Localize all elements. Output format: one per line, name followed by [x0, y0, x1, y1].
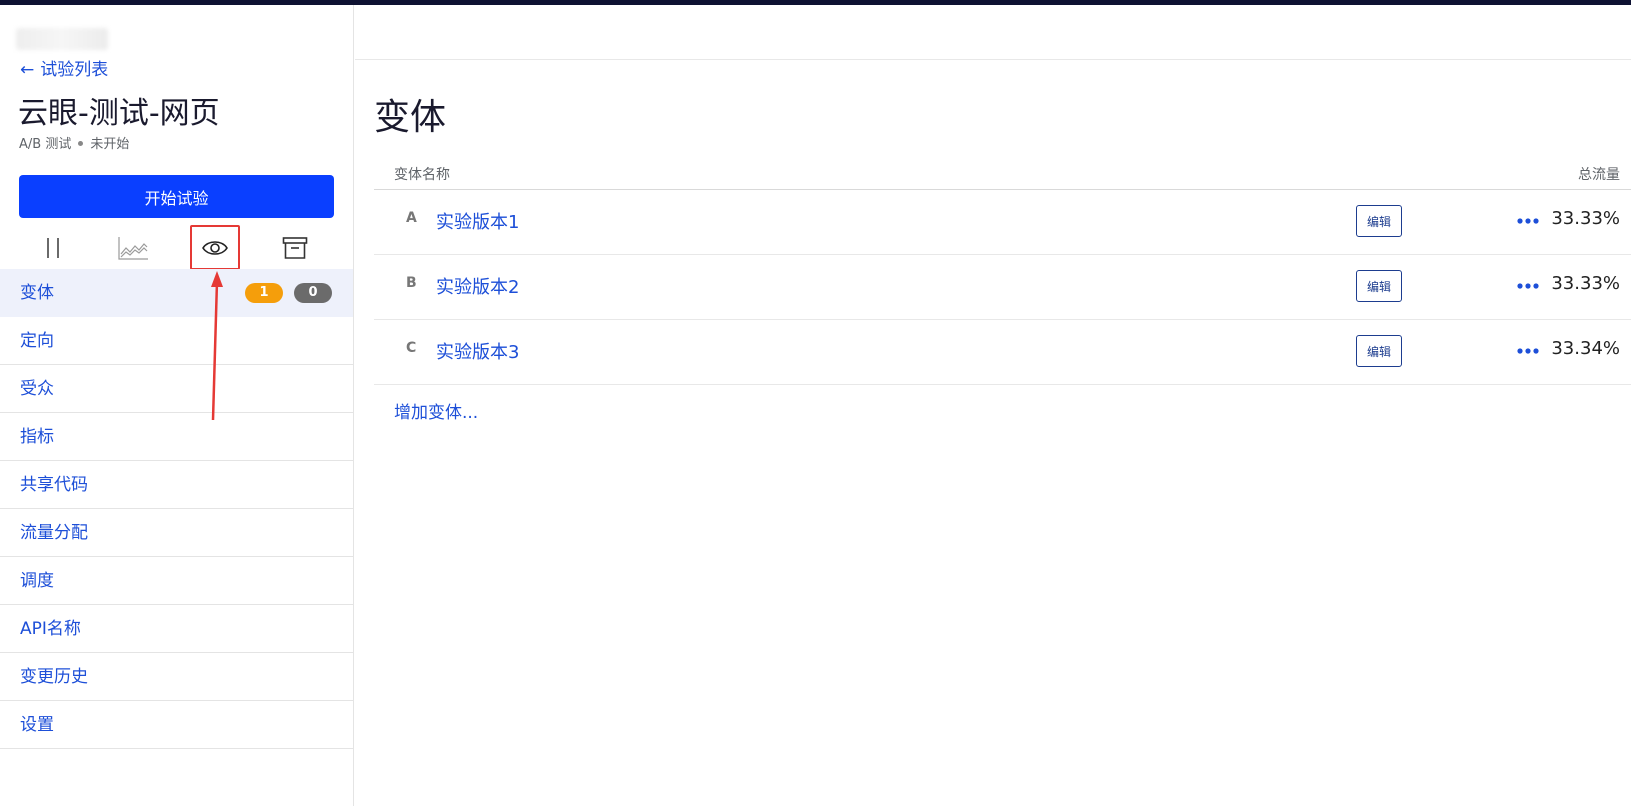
sidebar-item-label: 共享代码 [20, 475, 88, 495]
experiment-meta: A/B 测试 未开始 [19, 133, 129, 152]
pause-icon [47, 237, 59, 258]
sidebar-item-shared-code[interactable]: 共享代码 [0, 461, 353, 509]
back-to-list-link[interactable]: ← 试验列表 [20, 55, 108, 80]
sidebar-item-schedule[interactable]: 调度 [0, 557, 353, 605]
more-options-button[interactable] [1514, 207, 1542, 235]
sidebar-item-label: 设置 [20, 715, 54, 735]
column-header-traffic: 总流量 [1578, 167, 1620, 183]
archive-button[interactable] [270, 225, 320, 270]
sidebar-item-targeting[interactable]: 定向 [0, 317, 353, 365]
sidebar-item-label: 指标 [20, 427, 54, 447]
variant-letter: C [406, 340, 417, 356]
edit-button[interactable]: 编辑 [1356, 270, 1402, 302]
sidebar-item-label: 流量分配 [20, 523, 88, 543]
variant-name-link[interactable]: 实验版本2 [436, 273, 519, 299]
sidebar-item-audiences[interactable]: 受众 [0, 365, 353, 413]
sidebar: ← 试验列表 云眼-测试-网页 A/B 测试 未开始 开始试验 变体 1 0 定… [0, 5, 354, 806]
sidebar-item-traffic-allocation[interactable]: 流量分配 [0, 509, 353, 557]
page-title: 变体 [374, 97, 447, 138]
table-row: B 实验版本2 33.33% 编辑 [374, 255, 1631, 320]
sidebar-item-label: 调度 [20, 571, 54, 591]
main-header-bar [355, 5, 1631, 60]
table-row: C 实验版本3 33.34% 编辑 [374, 320, 1631, 385]
sidebar-item-metrics[interactable]: 指标 [0, 413, 353, 461]
table-row: A 实验版本1 33.33% 编辑 [374, 190, 1631, 255]
start-experiment-button[interactable]: 开始试验 [19, 175, 334, 218]
back-arrow-icon: ← [20, 60, 35, 80]
more-dots-icon [1517, 348, 1539, 354]
variant-name-link[interactable]: 实验版本3 [436, 338, 519, 364]
count-badge: 0 [294, 283, 332, 303]
variant-traffic: 33.33% [1551, 273, 1620, 294]
sidebar-item-change-history[interactable]: 变更历史 [0, 653, 353, 701]
variant-name-link[interactable]: 实验版本1 [436, 208, 519, 234]
variant-traffic: 33.33% [1551, 208, 1620, 229]
edit-button[interactable]: 编辑 [1356, 335, 1402, 367]
status-dot-icon [78, 141, 84, 146]
blurred-logo [16, 28, 108, 50]
sidebar-item-label: 变体 [20, 283, 54, 303]
sidebar-item-variants[interactable]: 变体 1 0 [0, 269, 353, 317]
results-chart-button[interactable] [108, 225, 158, 270]
variants-table: 变体名称 总流量 A 实验版本1 33.33% 编辑 B 实验版本2 33.33… [374, 160, 1631, 385]
more-options-button[interactable] [1514, 337, 1542, 365]
chart-icon [118, 236, 148, 260]
experiment-type: A/B 测试 [19, 137, 72, 152]
column-header-name: 变体名称 [394, 167, 450, 183]
sidebar-item-label: 变更历史 [20, 667, 88, 687]
more-dots-icon [1517, 218, 1539, 224]
warning-count-badge: 1 [245, 283, 283, 303]
add-variant-link[interactable]: 增加变体... [394, 398, 478, 423]
variant-letter: B [406, 275, 417, 291]
sidebar-item-settings[interactable]: 设置 [0, 701, 353, 749]
more-options-button[interactable] [1514, 272, 1542, 300]
variant-traffic: 33.34% [1551, 338, 1620, 359]
table-header: 变体名称 总流量 [374, 160, 1631, 190]
more-dots-icon [1517, 283, 1539, 289]
sidebar-item-label: API名称 [20, 619, 81, 639]
sidebar-nav: 变体 1 0 定向 受众 指标 共享代码 流量分配 调度 API名称 变更历史 … [0, 269, 353, 749]
sidebar-item-api-name[interactable]: API名称 [0, 605, 353, 653]
archive-icon [282, 236, 308, 259]
back-link-label: 试验列表 [40, 60, 109, 80]
sidebar-toolbar [19, 225, 334, 270]
variant-letter: A [406, 210, 417, 226]
pause-button[interactable] [28, 225, 78, 270]
preview-button[interactable] [190, 225, 240, 270]
experiment-status: 未开始 [90, 137, 130, 152]
eye-icon [202, 240, 228, 255]
experiment-title: 云眼-测试-网页 [18, 96, 220, 131]
sidebar-item-label: 受众 [20, 379, 54, 399]
sidebar-item-label: 定向 [20, 331, 54, 351]
edit-button[interactable]: 编辑 [1356, 205, 1402, 237]
